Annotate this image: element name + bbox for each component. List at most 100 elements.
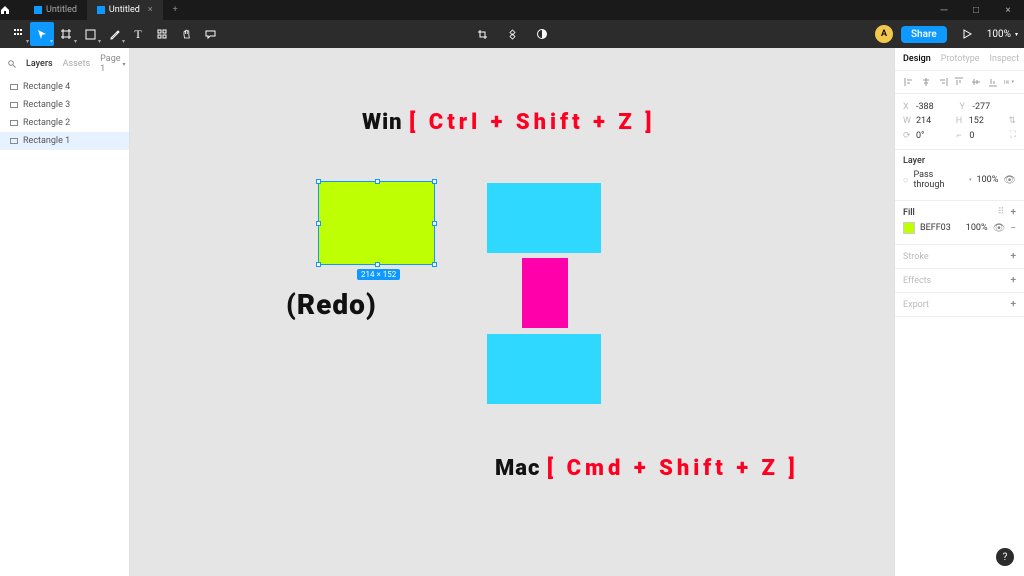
component-icon[interactable] <box>500 22 524 46</box>
maximize-icon[interactable]: □ <box>960 5 992 16</box>
w-value[interactable]: 214 <box>916 116 931 126</box>
alignment-controls: ▾ <box>895 71 1024 94</box>
prototype-tab[interactable]: Prototype <box>941 54 980 64</box>
present-icon[interactable] <box>955 22 979 46</box>
y-label: Y <box>960 102 970 112</box>
align-hcenter-icon[interactable] <box>920 77 932 87</box>
rect-icon <box>10 138 18 144</box>
canvas-rect-3[interactable] <box>522 258 568 328</box>
share-button[interactable]: Share <box>901 26 947 43</box>
zoom-dropdown[interactable]: 100% ▾ <box>987 29 1018 40</box>
add-export-icon[interactable]: + <box>1010 299 1016 310</box>
transform-properties: X-388 Y-277 W214 H152 ⇅ ⟳0° ⌐0 ⛶ <box>895 94 1024 150</box>
canvas-rect-1[interactable] <box>319 182 434 264</box>
independent-corners-icon[interactable]: ⛶ <box>1010 130 1016 141</box>
style-icon[interactable]: ⠿ <box>998 207 1005 218</box>
add-effect-icon[interactable]: + <box>1010 275 1016 286</box>
design-tab[interactable]: Design <box>903 54 931 64</box>
export-section-title: Export <box>903 300 929 310</box>
close-window-icon[interactable]: × <box>992 5 1024 16</box>
w-label: W <box>903 116 913 126</box>
blend-mode-icon[interactable]: ○ <box>903 175 908 186</box>
layer-name: Rectangle 3 <box>23 100 70 110</box>
align-right-icon[interactable] <box>937 77 949 87</box>
file-tab-0[interactable]: Untitled <box>24 0 87 20</box>
overlay-mac-label: Mac <box>495 456 540 481</box>
layers-tab[interactable]: Layers <box>26 59 53 69</box>
align-left-icon[interactable] <box>903 77 915 87</box>
rect-icon <box>10 120 18 126</box>
canvas-rect-2[interactable] <box>487 183 601 253</box>
radius-value[interactable]: 0 <box>969 131 974 141</box>
align-bottom-icon[interactable] <box>987 77 999 87</box>
h-value[interactable]: 152 <box>969 116 984 126</box>
frame-tool-icon[interactable]: ▾ <box>54 22 78 46</box>
tab-label: Untitled <box>109 5 140 15</box>
tab-label: Untitled <box>46 5 77 15</box>
x-value[interactable]: -388 <box>916 102 934 112</box>
layer-name: Rectangle 4 <box>23 82 70 92</box>
overlay-win-label: Win <box>362 110 403 135</box>
help-icon[interactable]: ? <box>996 548 1014 566</box>
visibility-icon[interactable]: 👁 <box>1003 175 1016 186</box>
rotation-value[interactable]: 0° <box>916 131 924 141</box>
file-tab-1[interactable]: Untitled × <box>87 0 163 20</box>
layer-row[interactable]: Rectangle 2 <box>0 114 129 132</box>
remove-fill-icon[interactable]: − <box>1010 223 1016 234</box>
crop-icon[interactable] <box>470 22 494 46</box>
fill-opacity[interactable]: 100% <box>966 223 988 233</box>
minimize-icon[interactable]: ─ <box>928 5 960 16</box>
shape-tool-icon[interactable]: ▾ <box>78 22 102 46</box>
layer-name: Rectangle 2 <box>23 118 70 128</box>
home-icon[interactable] <box>0 5 24 15</box>
inspect-tab[interactable]: Inspect <box>990 54 1020 64</box>
text-tool-icon[interactable]: T <box>126 22 150 46</box>
close-tab-icon[interactable]: × <box>148 5 153 15</box>
window-titlebar: Untitled Untitled × + ─ □ × <box>0 0 1024 20</box>
fill-visibility-icon[interactable]: 👁 <box>993 223 1006 234</box>
fill-section-title: Fill <box>903 208 915 218</box>
hand-tool-icon[interactable] <box>174 22 198 46</box>
assets-tab[interactable]: Assets <box>63 59 91 69</box>
add-fill-icon[interactable]: + <box>1010 207 1016 218</box>
canvas[interactable]: Win [ Ctrl + Shift + Z ] (Redo) Mac [ Cm… <box>130 48 894 576</box>
constrain-proportions-icon[interactable]: ⇅ <box>1008 116 1016 126</box>
fill-hex[interactable]: BEFF03 <box>920 223 961 233</box>
add-stroke-icon[interactable]: + <box>1010 251 1016 262</box>
rect-icon <box>10 102 18 108</box>
blend-mode[interactable]: Pass through <box>913 170 964 190</box>
move-tool-icon[interactable]: ▾ <box>30 22 54 46</box>
layer-row[interactable]: Rectangle 1 <box>0 132 129 150</box>
user-avatar[interactable]: A <box>875 25 893 43</box>
layer-section-title: Layer <box>903 156 925 166</box>
layer-row[interactable]: Rectangle 4 <box>0 78 129 96</box>
comment-tool-icon[interactable] <box>198 22 222 46</box>
layers-panel: Layers Assets Page 1▾ Rectangle 4 Rectan… <box>0 48 130 576</box>
new-tab-button[interactable]: + <box>163 0 188 20</box>
align-top-icon[interactable] <box>953 77 965 87</box>
stroke-section-title: Stroke <box>903 252 929 262</box>
align-vcenter-icon[interactable] <box>970 77 982 87</box>
layer-opacity[interactable]: 100% <box>977 175 999 185</box>
layer-row[interactable]: Rectangle 3 <box>0 96 129 114</box>
main-menu-icon[interactable]: ▾ <box>6 22 30 46</box>
selection-dimensions-badge: 214 × 152 <box>357 269 400 280</box>
pen-tool-icon[interactable]: ▾ <box>102 22 126 46</box>
page-selector[interactable]: Page 1▾ <box>100 54 125 74</box>
radius-icon: ⌐ <box>956 130 966 141</box>
effects-section-title: Effects <box>903 276 931 286</box>
fill-swatch[interactable] <box>903 222 915 234</box>
y-value[interactable]: -277 <box>973 102 991 112</box>
x-label: X <box>903 102 913 112</box>
design-panel: Design Prototype Inspect ▾ X-388 Y-277 W… <box>894 48 1024 576</box>
resources-icon[interactable] <box>150 22 174 46</box>
distribute-icon[interactable]: ▾ <box>1004 77 1016 87</box>
overlay-win-keys: [ Ctrl + Shift + Z ] <box>409 110 655 135</box>
file-icon <box>34 6 42 14</box>
rect-icon <box>10 84 18 90</box>
layer-name: Rectangle 1 <box>23 136 70 146</box>
overlay-redo: (Redo) <box>286 288 377 321</box>
canvas-rect-4[interactable] <box>487 334 601 404</box>
magnify-icon[interactable] <box>8 60 16 68</box>
mask-icon[interactable] <box>530 22 554 46</box>
